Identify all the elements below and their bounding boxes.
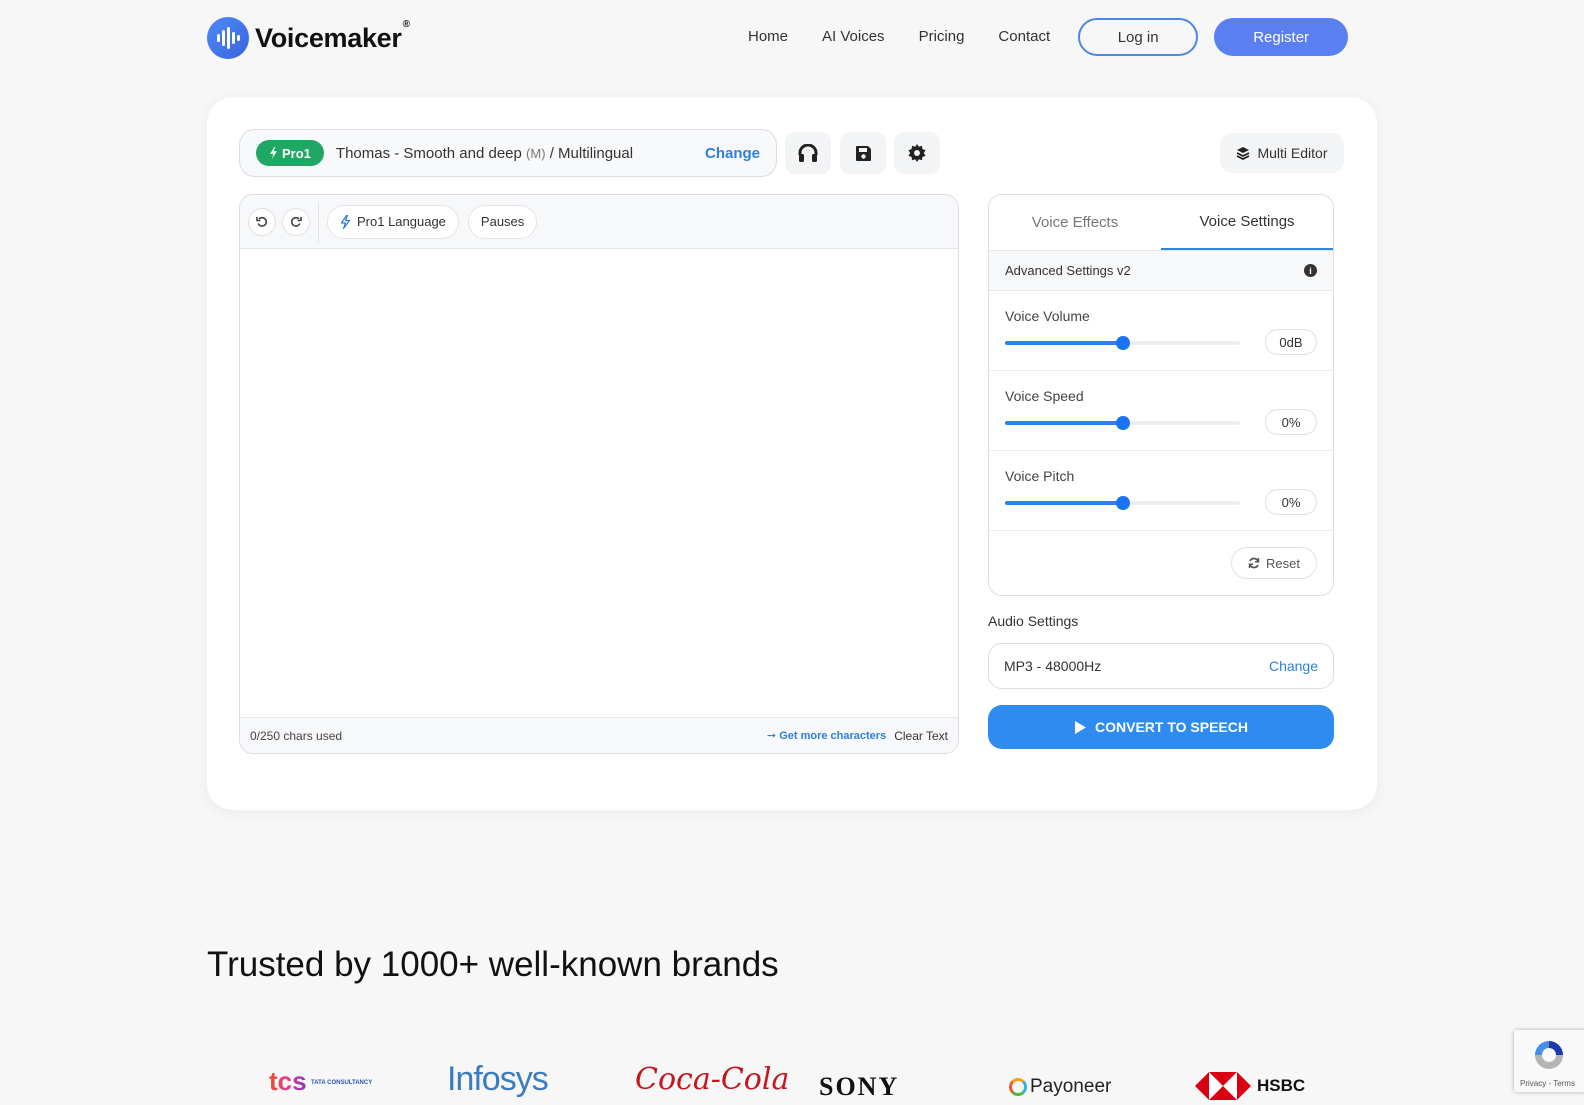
settings-tabs: Voice Effects Voice Settings (989, 195, 1333, 251)
bolt-icon (270, 147, 277, 159)
redo-icon (290, 216, 302, 227)
slider-row-speed: Voice Speed 0% (989, 371, 1333, 451)
tab-voice-settings[interactable]: Voice Settings (1161, 195, 1333, 250)
slider-thumb[interactable] (1115, 416, 1130, 430)
nav-pricing[interactable]: Pricing (919, 18, 965, 56)
advanced-settings-label: Advanced Settings v2 (1005, 263, 1131, 278)
text-editor: Pro1 Language Pauses 0/250 chars used ➞ … (239, 194, 959, 754)
voice-selector[interactable]: Pro1 Thomas - Smooth and deep (M) / Mult… (239, 129, 777, 177)
nav-ai-voices[interactable]: AI Voices (822, 18, 885, 56)
recaptcha-badge[interactable]: Privacy - Terms (1514, 1030, 1584, 1092)
play-icon (1075, 720, 1086, 734)
slider-row-volume: Voice Volume 0dB (989, 291, 1333, 371)
voice-name: Thomas - Smooth and deep (M) / Multiling… (335, 144, 634, 162)
redo-button[interactable] (282, 207, 310, 236)
preview-button[interactable] (785, 132, 831, 174)
change-voice-link[interactable]: Change (705, 145, 760, 162)
settings-button[interactable] (894, 132, 940, 174)
audio-settings-box: MP3 - 48000Hz Change (988, 643, 1334, 689)
brand-name: Voicemaker® (255, 18, 410, 53)
save-button[interactable] (840, 132, 886, 174)
refresh-icon (1248, 557, 1260, 569)
info-icon[interactable]: i (1304, 264, 1317, 277)
volume-value[interactable]: 0dB (1265, 329, 1317, 355)
change-audio-link[interactable]: Change (1269, 658, 1318, 674)
pro-badge-label: Pro1 (282, 145, 311, 161)
slider-row-pitch: Voice Pitch 0% (989, 451, 1333, 531)
audio-settings-label: Audio Settings (988, 613, 1079, 629)
hsbc-hexagon-icon (1195, 1072, 1251, 1100)
chars-used: 0/250 chars used (250, 728, 343, 743)
slider-thumb[interactable] (1115, 336, 1130, 350)
brand-logo-infosys: Infosys (447, 1060, 549, 1098)
login-button[interactable]: Log in (1078, 18, 1199, 56)
reset-button[interactable]: Reset (1231, 547, 1317, 579)
logo[interactable]: Voicemaker® (207, 17, 410, 59)
brand-logo-payoneer: Payoneer (1009, 1076, 1111, 1098)
undo-icon (256, 216, 268, 227)
clear-text-button[interactable]: Clear Text (894, 729, 948, 743)
brand-logo-tcs: tcs (269, 1066, 307, 1096)
pro-language-button[interactable]: Pro1 Language (327, 204, 459, 239)
slider-thumb[interactable] (1115, 496, 1130, 510)
pitch-value[interactable]: 0% (1265, 489, 1317, 515)
bolt-icon (340, 214, 351, 229)
pauses-button[interactable]: Pauses (467, 204, 538, 239)
nav-home[interactable]: Home (748, 18, 788, 56)
brand-logos: tcs TATA CONSULTANCY Infosys Coca-Cola S… (207, 1060, 1357, 1105)
save-icon (855, 145, 871, 161)
register-button[interactable]: Register (1214, 18, 1349, 56)
main-nav: Home AI Voices Pricing Contact Log in Re… (748, 18, 1349, 56)
toolbar-divider (318, 201, 319, 242)
recaptcha-icon (1535, 1041, 1563, 1069)
slider-fill (1005, 421, 1123, 425)
convert-to-speech-button[interactable]: CONVERT TO SPEECH (988, 705, 1334, 749)
settings-panel: Voice Effects Voice Settings Advanced Se… (988, 194, 1334, 596)
brand-logo-tcs-sub: TATA CONSULTANCY (311, 1080, 373, 1086)
tab-voice-effects[interactable]: Voice Effects (989, 195, 1161, 250)
undo-button[interactable] (248, 207, 276, 236)
text-input[interactable] (240, 249, 958, 719)
editor-footer: 0/250 chars used ➞ Get more characters C… (240, 717, 958, 753)
logo-icon (207, 17, 249, 59)
audio-format: MP3 - 48000Hz (1004, 658, 1102, 674)
payoneer-ring-icon (1009, 1078, 1027, 1096)
reset-label: Reset (1266, 555, 1300, 571)
reset-row: Reset (989, 531, 1333, 595)
recaptcha-links[interactable]: Privacy - Terms (1520, 1079, 1575, 1088)
site-header: Voicemaker® Home AI Voices Pricing Conta… (0, 0, 1584, 76)
convert-label: CONVERT TO SPEECH (1095, 719, 1248, 735)
slider-label: Voice Pitch (1005, 468, 1075, 484)
trusted-title: Trusted by 1000+ well-known brands (207, 945, 779, 984)
layers-icon (1237, 147, 1250, 160)
headphones-icon (798, 144, 818, 162)
slider-label: Voice Speed (1005, 388, 1084, 404)
pro-language-label: Pro1 Language (357, 214, 446, 229)
nav-contact[interactable]: Contact (998, 18, 1050, 56)
multi-editor-label: Multi Editor (1257, 145, 1328, 161)
slider-fill (1005, 501, 1123, 505)
brand-logo-coca-cola: Coca-Cola (635, 1062, 790, 1097)
slider-fill (1005, 341, 1123, 345)
get-more-characters-link[interactable]: ➞ Get more characters (767, 729, 886, 742)
editor-toolbar: Pro1 Language Pauses (240, 195, 958, 249)
tts-card: Pro1 Thomas - Smooth and deep (M) / Mult… (207, 97, 1377, 810)
volume-slider[interactable] (1005, 336, 1240, 350)
multi-editor-button[interactable]: Multi Editor (1220, 133, 1344, 173)
pro-badge: Pro1 (256, 140, 324, 166)
brand-logo-hsbc: HSBC (1195, 1072, 1305, 1100)
speed-slider[interactable] (1005, 416, 1240, 430)
settings-icon (908, 144, 926, 162)
advanced-settings-row: Advanced Settings v2 i (989, 251, 1333, 291)
brand-logo-sony: SONY (819, 1072, 900, 1101)
pitch-slider[interactable] (1005, 496, 1240, 510)
speed-value[interactable]: 0% (1265, 409, 1317, 435)
slider-label: Voice Volume (1005, 308, 1090, 324)
